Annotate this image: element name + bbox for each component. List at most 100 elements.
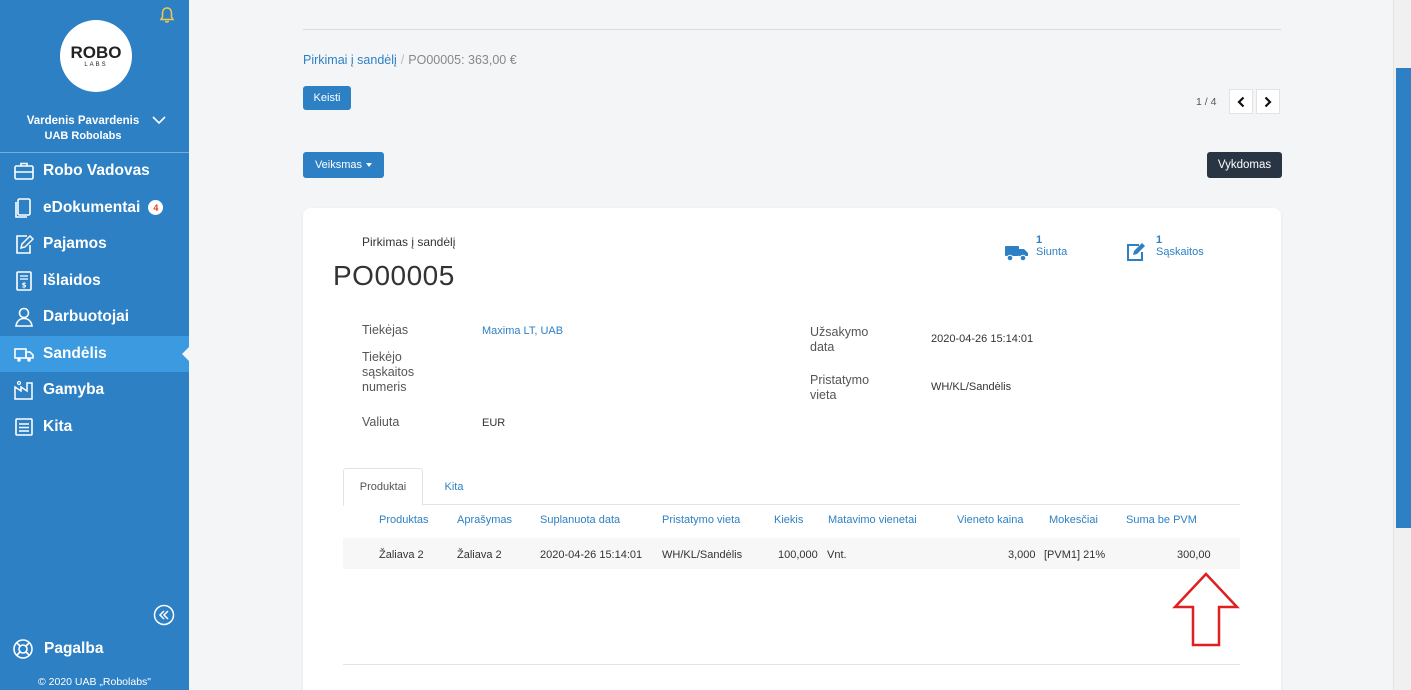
tab-kita[interactable]: Kita — [429, 468, 479, 505]
annotation-arrow-up-icon — [1172, 572, 1240, 647]
table-cell: 300,00 — [1177, 549, 1211, 561]
currency-label: Valiuta — [362, 415, 400, 429]
shipments-count: 1 — [1036, 234, 1043, 246]
breadcrumb-parent-link[interactable]: Pirkimai į sandėlį — [303, 53, 397, 67]
supplier-invoice-label: Tiekėjo sąskaitos numeris — [362, 350, 414, 395]
chevron-down-icon[interactable] — [151, 112, 167, 128]
sidebar-item-darbuotojai[interactable]: Darbuotojai — [0, 299, 189, 336]
collapse-sidebar-icon[interactable] — [153, 604, 175, 626]
receipt-icon: $ — [16, 270, 32, 291]
label-line: numeris — [362, 380, 407, 394]
sidebar-item-label: Kita — [43, 417, 73, 435]
label-line: vieta — [810, 388, 837, 402]
column-header[interactable]: Aprašymas — [457, 514, 512, 526]
user-name[interactable]: Vardenis Pavardenis — [0, 114, 166, 129]
list-icon — [15, 417, 33, 436]
supplier-link[interactable]: Maxima LT, UAB — [482, 325, 563, 337]
invoices-smart-button[interactable]: 1 Sąskaitos — [1124, 235, 1204, 263]
pager-indicator: 1 / 4 — [1196, 96, 1217, 108]
bell-icon[interactable] — [159, 6, 175, 24]
table-cell: Žaliava 2 — [457, 549, 502, 561]
column-header[interactable]: Pristatymo vieta — [662, 514, 740, 526]
sidebar-item-label: Pajamos — [43, 235, 107, 253]
header-divider — [303, 29, 1281, 30]
help-label: Pagalba — [44, 640, 104, 657]
delivery-location-value: WH/KL/Sandėlis — [931, 381, 1012, 393]
notification-badge: 4 — [148, 200, 164, 216]
delivery-location-label: Pristatymo vieta — [810, 373, 869, 403]
person-icon — [15, 307, 33, 328]
robolabs-logo[interactable]: ROBO LABS — [60, 20, 132, 92]
logo-main-text: ROBO — [70, 42, 122, 62]
breadcrumb: Pirkimai į sandėlį / PO00005: 363,00 € — [303, 53, 517, 67]
action-dropdown-label: Veiksmas — [314, 159, 363, 171]
sidebar-item-edokumentai[interactable]: eDokumentai 4 — [0, 190, 189, 227]
order-date-label: Užsakymo data — [810, 325, 868, 355]
help-link[interactable]: Pagalba — [12, 638, 103, 660]
sidebar-nav: Robo Vadovas eDokumentai 4 Pajamos $ Išl… — [0, 153, 189, 445]
sidebar-item-gamyba[interactable]: Gamyba — [0, 372, 189, 409]
sidebar-item-sandelis[interactable]: Sandėlis — [0, 335, 189, 372]
chevron-left-icon — [1237, 96, 1245, 107]
briefcase-icon — [14, 162, 34, 181]
supplier-label: Tiekėjas — [362, 323, 409, 337]
sidebar-item-label: eDokumentai — [43, 198, 141, 216]
edit-document-icon — [16, 235, 35, 255]
svg-text:$: $ — [22, 281, 27, 289]
chevron-right-icon — [1264, 96, 1272, 107]
copyright: © 2020 UAB „Robolabs" — [37, 676, 152, 688]
active-indicator — [182, 346, 189, 361]
column-header[interactable]: Vieneto kaina — [957, 514, 1023, 526]
tabs: Produktai Kita — [343, 468, 1240, 506]
caret-down-icon — [366, 163, 373, 167]
invoices-label: Sąskaitos — [1156, 246, 1204, 258]
lifebuoy-icon — [13, 639, 33, 659]
column-header[interactable]: Suplanuota data — [540, 514, 620, 526]
truck-icon — [1005, 246, 1028, 262]
column-header[interactable]: Kiekis — [774, 514, 803, 526]
documents-icon — [15, 197, 31, 218]
status-badge: Vykdomas — [1207, 152, 1282, 178]
shipments-label: Siunta — [1036, 246, 1068, 258]
scrollbar-thumb[interactable] — [1396, 68, 1411, 528]
sidebar: ROBO LABS Vardenis Pavardenis UAB Robola… — [0, 0, 189, 690]
document-type: Pirkimas į sandėlį — [362, 235, 456, 249]
shipments-smart-button[interactable]: 1 Siunta — [1004, 235, 1067, 263]
table-cell: 2020-04-26 15:14:01 — [540, 549, 643, 561]
column-header[interactable]: Mokesčiai — [1049, 514, 1098, 526]
table-cell: [PVM1] 21% — [1044, 549, 1106, 561]
tab-produktai[interactable]: Produktai — [343, 468, 423, 506]
sidebar-item-islaidos[interactable]: $ Išlaidos — [0, 263, 189, 300]
table-cell: 3,000 — [1008, 549, 1036, 561]
column-header[interactable]: Matavimo vienetai — [828, 514, 917, 526]
edit-icon — [1127, 243, 1145, 261]
table-cell: 100,000 — [778, 549, 818, 561]
pager-prev-button[interactable] — [1229, 89, 1253, 114]
breadcrumb-separator: / — [400, 53, 405, 67]
table-cell: Žaliava 2 — [379, 549, 424, 561]
table-bottom-divider — [343, 664, 1240, 665]
column-header[interactable]: Produktas — [379, 514, 429, 526]
action-dropdown-button[interactable]: Veiksmas — [303, 152, 384, 178]
invoices-count: 1 — [1156, 234, 1163, 246]
label-line: sąskaitos — [362, 365, 415, 379]
document-number: PO00005 — [333, 260, 455, 291]
sidebar-item-robo-vadovas[interactable]: Robo Vadovas — [0, 153, 189, 190]
pager-next-button[interactable] — [1256, 89, 1280, 114]
label-line: data — [810, 340, 835, 354]
sidebar-item-label: Išlaidos — [43, 271, 101, 289]
table-cell: WH/KL/Sandėlis — [662, 549, 743, 561]
edit-button[interactable]: Keisti — [303, 86, 351, 110]
sidebar-item-pajamos[interactable]: Pajamos — [0, 226, 189, 263]
logo-sub-text: LABS — [84, 61, 108, 68]
column-header[interactable]: Suma be PVM — [1126, 514, 1197, 526]
label-line: Užsakymo — [810, 325, 869, 339]
sidebar-item-label: Darbuotojai — [43, 308, 130, 326]
truck-icon — [14, 347, 34, 362]
label-line: Tiekėjo — [362, 350, 402, 364]
breadcrumb-current: PO00005: 363,00 € — [408, 53, 517, 67]
sidebar-item-label: Sandėlis — [43, 344, 107, 362]
user-company[interactable]: UAB Robolabs — [0, 129, 166, 144]
factory-icon — [14, 381, 33, 400]
sidebar-item-kita[interactable]: Kita — [0, 409, 189, 446]
